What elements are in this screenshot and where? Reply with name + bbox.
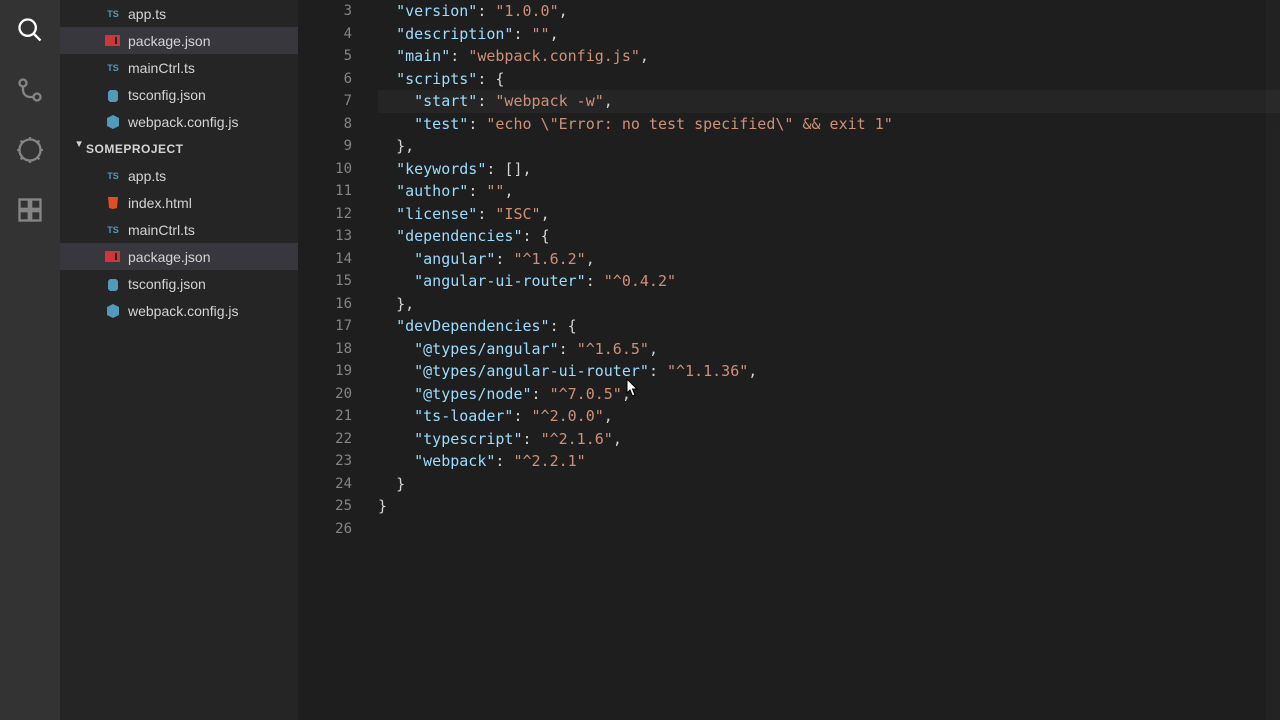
code-line[interactable]: } bbox=[378, 495, 1280, 518]
folder-label: SOMEPROJECT bbox=[86, 142, 184, 156]
line-number: 12 bbox=[298, 203, 352, 226]
code-line[interactable]: "version": "1.0.0", bbox=[378, 0, 1280, 23]
code-line[interactable]: "@types/node": "^7.0.5", bbox=[378, 383, 1280, 406]
file-item[interactable]: TSapp.ts bbox=[60, 0, 298, 27]
file-item[interactable]: TSmainCtrl.ts bbox=[60, 216, 298, 243]
code-line[interactable]: "license": "ISC", bbox=[378, 203, 1280, 226]
line-number: 11 bbox=[298, 180, 352, 203]
code-line[interactable]: "dependencies": { bbox=[378, 225, 1280, 248]
code-line[interactable]: "typescript": "^2.1.6", bbox=[378, 428, 1280, 451]
file-item[interactable]: webpack.config.js bbox=[60, 108, 298, 135]
line-number: 20 bbox=[298, 383, 352, 406]
code-line[interactable]: } bbox=[378, 473, 1280, 496]
file-item[interactable]: TSmainCtrl.ts bbox=[60, 54, 298, 81]
line-number: 26 bbox=[298, 518, 352, 541]
file-label: tsconfig.json bbox=[128, 276, 206, 292]
line-number: 7 bbox=[298, 90, 352, 113]
line-number: 24 bbox=[298, 473, 352, 496]
line-number: 3 bbox=[298, 0, 352, 23]
line-numbers: 3456789101112131415161718192021222324252… bbox=[298, 0, 378, 720]
line-number: 14 bbox=[298, 248, 352, 271]
code-line[interactable]: "start": "webpack -w", bbox=[378, 90, 1280, 113]
line-number: 18 bbox=[298, 338, 352, 361]
code-line[interactable]: "test": "echo \"Error: no test specified… bbox=[378, 113, 1280, 136]
file-item[interactable]: webpack.config.js bbox=[60, 297, 298, 324]
file-label: mainCtrl.ts bbox=[128, 222, 195, 238]
file-label: package.json bbox=[128, 249, 211, 265]
line-number: 25 bbox=[298, 495, 352, 518]
file-label: index.html bbox=[128, 195, 192, 211]
line-number: 23 bbox=[298, 450, 352, 473]
file-label: package.json bbox=[128, 33, 211, 49]
line-number: 8 bbox=[298, 113, 352, 136]
code-line[interactable]: "@types/angular": "^1.6.5", bbox=[378, 338, 1280, 361]
file-label: app.ts bbox=[128, 168, 166, 184]
code-line[interactable]: }, bbox=[378, 293, 1280, 316]
code-line[interactable]: "devDependencies": { bbox=[378, 315, 1280, 338]
code-line[interactable]: "angular-ui-router": "^0.4.2" bbox=[378, 270, 1280, 293]
line-number: 5 bbox=[298, 45, 352, 68]
activity-bar bbox=[0, 0, 60, 720]
code-line[interactable]: "scripts": { bbox=[378, 68, 1280, 91]
folder-item[interactable]: SOMEPROJECT bbox=[60, 135, 298, 162]
file-item[interactable]: tsconfig.json bbox=[60, 270, 298, 297]
source-control-icon[interactable] bbox=[0, 60, 60, 120]
code-line[interactable]: "main": "webpack.config.js", bbox=[378, 45, 1280, 68]
file-item[interactable]: TSapp.ts bbox=[60, 162, 298, 189]
code-line[interactable]: "@types/angular-ui-router": "^1.1.36", bbox=[378, 360, 1280, 383]
code-line[interactable]: "angular": "^1.6.2", bbox=[378, 248, 1280, 271]
file-label: app.ts bbox=[128, 6, 166, 22]
code-line[interactable] bbox=[378, 518, 1280, 541]
file-item[interactable]: package.json bbox=[60, 27, 298, 54]
code-line[interactable]: "ts-loader": "^2.0.0", bbox=[378, 405, 1280, 428]
line-number: 17 bbox=[298, 315, 352, 338]
file-label: tsconfig.json bbox=[128, 87, 206, 103]
file-label: webpack.config.js bbox=[128, 114, 239, 130]
code-line[interactable]: "webpack": "^2.2.1" bbox=[378, 450, 1280, 473]
code-content[interactable]: "version": "1.0.0", "description": "", "… bbox=[378, 0, 1280, 720]
editor[interactable]: 3456789101112131415161718192021222324252… bbox=[298, 0, 1280, 720]
file-item[interactable]: index.html bbox=[60, 189, 298, 216]
line-number: 16 bbox=[298, 293, 352, 316]
line-number: 4 bbox=[298, 23, 352, 46]
file-item[interactable]: tsconfig.json bbox=[60, 81, 298, 108]
line-number: 21 bbox=[298, 405, 352, 428]
search-icon[interactable] bbox=[0, 0, 60, 60]
line-number: 10 bbox=[298, 158, 352, 181]
extensions-icon[interactable] bbox=[0, 180, 60, 240]
line-number: 6 bbox=[298, 68, 352, 91]
line-number: 15 bbox=[298, 270, 352, 293]
debug-icon[interactable] bbox=[0, 120, 60, 180]
line-number: 9 bbox=[298, 135, 352, 158]
file-label: webpack.config.js bbox=[128, 303, 239, 319]
scrollbar-vertical[interactable] bbox=[1266, 0, 1280, 720]
file-explorer: TSapp.ts package.json TSmainCtrl.ts tsconfi… bbox=[60, 0, 298, 720]
code-line[interactable]: "keywords": [], bbox=[378, 158, 1280, 181]
code-line[interactable]: "description": "", bbox=[378, 23, 1280, 46]
line-number: 13 bbox=[298, 225, 352, 248]
line-number: 19 bbox=[298, 360, 352, 383]
line-number: 22 bbox=[298, 428, 352, 451]
file-item[interactable]: package.json bbox=[60, 243, 298, 270]
code-line[interactable]: }, bbox=[378, 135, 1280, 158]
file-label: mainCtrl.ts bbox=[128, 60, 195, 76]
code-line[interactable]: "author": "", bbox=[378, 180, 1280, 203]
